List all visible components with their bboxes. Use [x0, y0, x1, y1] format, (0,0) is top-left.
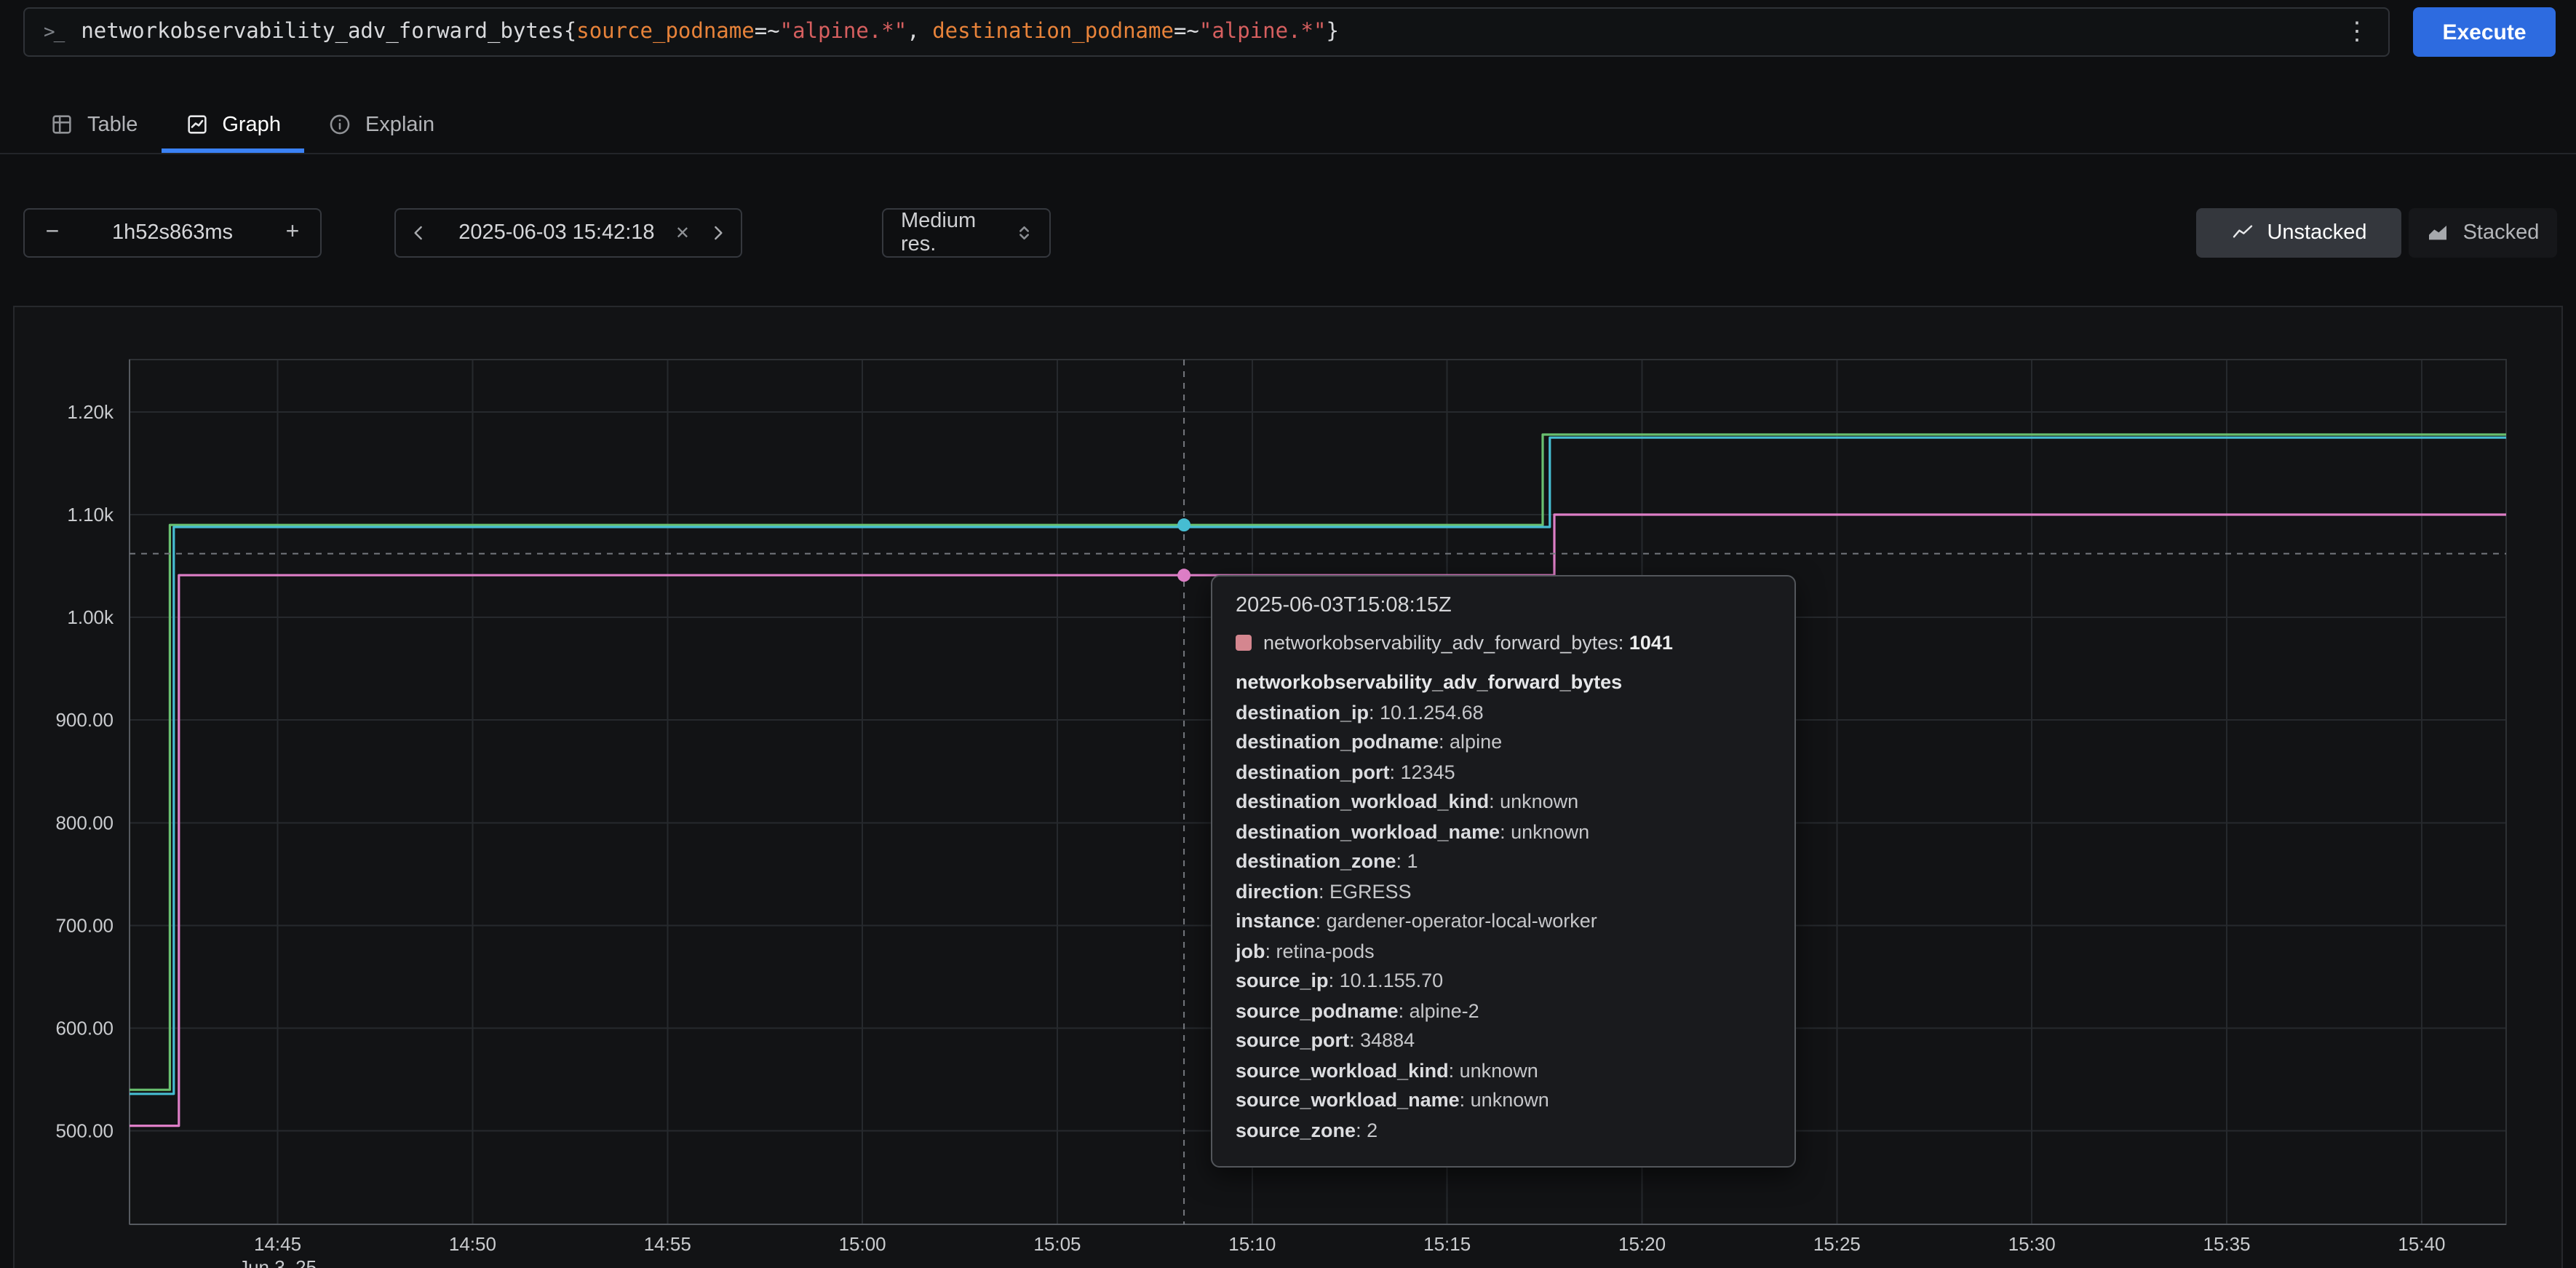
label-matcher-name: source_podname [576, 20, 754, 44]
tooltip-metric-name: networkobservability_adv_forward_bytes [1236, 668, 1771, 698]
tooltip-label-row: destination_port: 12345 [1236, 758, 1771, 788]
tooltip-label-row: destination_zone: 1 [1236, 847, 1771, 877]
label-matcher-name: destination_podname [932, 20, 1174, 44]
y-tick-label: 1.20k [67, 401, 114, 423]
series-color-swatch [1236, 635, 1252, 651]
separator: , [907, 20, 932, 44]
prometheus-query-ui: >_ networkobservability_adv_forward_byte… [0, 0, 2576, 1268]
kebab-menu-icon[interactable]: ⋮ [2326, 17, 2388, 47]
chevron-right-icon[interactable] [694, 221, 741, 245]
crosshair-point [1177, 568, 1190, 582]
x-tick-label: 15:05 [1033, 1233, 1081, 1255]
x-tick-label: 15:40 [2398, 1233, 2445, 1255]
tab-explain[interactable]: Explain [304, 96, 458, 153]
y-tick-label: 1.00k [67, 606, 114, 628]
x-tick-label: 15:10 [1228, 1233, 1276, 1255]
chevron-left-icon[interactable] [396, 221, 442, 245]
info-icon [327, 112, 352, 137]
table-icon [49, 112, 74, 137]
chevrons-updown-icon [1014, 221, 1036, 245]
tooltip-label-row: source_workload_kind: unknown [1236, 1056, 1771, 1086]
graph-icon [184, 112, 209, 137]
tab-label: Explain [365, 113, 434, 136]
y-tick-label: 500.00 [55, 1120, 114, 1142]
x-tick-label: 15:00 [839, 1233, 886, 1255]
increase-range-button[interactable]: + [265, 220, 320, 246]
x-tick-label: 14:45 [254, 1233, 301, 1255]
x-tick-label: 15:25 [1813, 1233, 1861, 1255]
tooltip-label-row: source_zone: 2 [1236, 1116, 1771, 1146]
matcher-value: "alpine.*" [780, 20, 907, 44]
tooltip-series-value: 1041 [1629, 632, 1673, 654]
tooltip-timestamp: 2025-06-03T15:08:15Z [1236, 594, 1771, 617]
tab-label: Table [87, 113, 138, 136]
matcher-value: "alpine.*" [1199, 20, 1327, 44]
unstacked-icon [2230, 221, 2254, 245]
tooltip-label-row: source_ip: 10.1.155.70 [1236, 967, 1771, 996]
tooltip-label-row: source_workload_name: unknown [1236, 1086, 1771, 1116]
tooltip-series-row: networkobservability_adv_forward_bytes: … [1236, 632, 1771, 654]
tooltip-label-row: instance: gardener-operator-local-worker [1236, 907, 1771, 937]
view-tabs: Table Graph Explain [0, 96, 2576, 154]
tooltip-label-row: source_podname: alpine-2 [1236, 996, 1771, 1026]
x-tick-label: 15:20 [1618, 1233, 1666, 1255]
query-input[interactable]: >_ networkobservability_adv_forward_byte… [23, 7, 2390, 57]
y-tick-label: 800.00 [55, 812, 114, 833]
matcher-op: =~ [755, 20, 780, 44]
resolution-select[interactable]: Medium res. [882, 208, 1051, 258]
resolution-value: Medium res. [901, 210, 1014, 256]
tab-graph[interactable]: Graph [161, 96, 304, 153]
open-brace: { [564, 20, 576, 44]
matcher-op: =~ [1174, 20, 1199, 44]
stacked-toggle[interactable]: Stacked [2409, 208, 2557, 258]
range-duration-control: − 1h52s863ms + [23, 208, 322, 258]
tooltip-label-row: direction: EGRESS [1236, 877, 1771, 907]
x-tick-label: 15:30 [2008, 1233, 2056, 1255]
y-tick-label: 900.00 [55, 709, 114, 731]
x-tick-label: 15:35 [2203, 1233, 2251, 1255]
terminal-prompt-icon: >_ [25, 21, 81, 43]
tooltip-label-row: source_port: 34884 [1236, 1026, 1771, 1056]
end-time-value[interactable]: 2025-06-03 15:42:18 [442, 221, 671, 245]
x-tick-label: 14:50 [449, 1233, 496, 1255]
tooltip-label-row: destination_workload_name: unknown [1236, 817, 1771, 847]
y-tick-label: 700.00 [55, 914, 114, 936]
clear-icon[interactable]: ✕ [671, 223, 694, 243]
decrease-range-button[interactable]: − [25, 220, 80, 246]
crosshair-point [1177, 518, 1190, 531]
tooltip-label-row: destination_podname: alpine [1236, 728, 1771, 758]
end-time-picker: 2025-06-03 15:42:18 ✕ [394, 208, 742, 258]
tooltip-label-row: destination_workload_kind: unknown [1236, 788, 1771, 817]
stacked-label: Stacked [2463, 221, 2540, 245]
promql-expression[interactable]: networkobservability_adv_forward_bytes{s… [81, 20, 2326, 44]
y-tick-label: 1.10k [67, 504, 114, 526]
tab-table[interactable]: Table [26, 96, 161, 153]
chart-tooltip: 2025-06-03T15:08:15Z networkobservabilit… [1211, 575, 1796, 1168]
x-tick-label: 14:55 [644, 1233, 691, 1255]
unstacked-toggle[interactable]: Unstacked [2196, 208, 2401, 258]
metric-name: networkobservability_adv_forward_bytes [81, 20, 563, 44]
y-tick-label: 600.00 [55, 1018, 114, 1039]
x-tick-label: 15:15 [1423, 1233, 1471, 1255]
unstacked-label: Unstacked [2267, 221, 2366, 245]
close-brace: } [1327, 20, 1339, 44]
x-axis-date-label: Jun 3, 25 [239, 1256, 317, 1268]
tooltip-label-list: destination_ip: 10.1.254.68destination_p… [1236, 698, 1771, 1146]
tooltip-label-row: job: retina-pods [1236, 937, 1771, 967]
execute-button[interactable]: Execute [2413, 7, 2556, 57]
tab-label: Graph [222, 113, 281, 136]
range-duration-value[interactable]: 1h52s863ms [80, 221, 265, 245]
tooltip-label-row: destination_ip: 10.1.254.68 [1236, 698, 1771, 728]
stacked-icon [2427, 221, 2450, 245]
tooltip-series-text: networkobservability_adv_forward_bytes: … [1263, 632, 1673, 654]
